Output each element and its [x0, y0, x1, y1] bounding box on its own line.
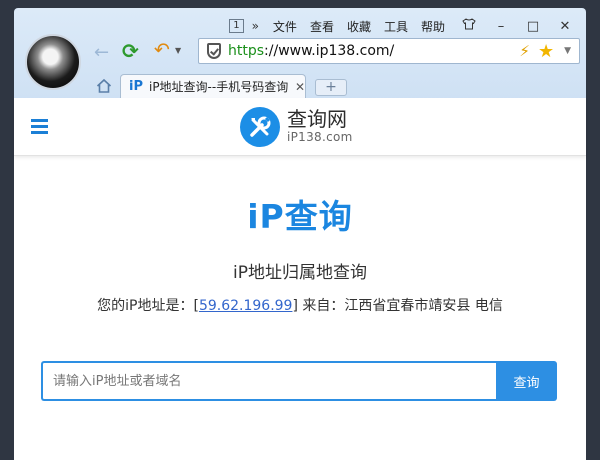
site-header: 查询网 iP138.com: [14, 98, 586, 156]
menu-item-tools[interactable]: 工具: [384, 18, 408, 35]
search-input[interactable]: [41, 361, 496, 401]
search-button[interactable]: 查询: [496, 361, 557, 401]
lightning-icon[interactable]: ⚡: [519, 42, 530, 60]
logo-domain: iP138.com: [287, 130, 353, 144]
home-icon[interactable]: [96, 78, 112, 94]
ip-location: ] 来自：江西省宜春市靖安县 电信: [292, 298, 503, 314]
address-bar[interactable]: https://www.ip138.com/ ⚡ ★ ▼: [198, 38, 580, 64]
undo-icon[interactable]: ↶: [154, 39, 170, 61]
browser-chrome: 1 » 文件 查看 收藏 工具 帮助 – □ ✕ ← ⟳ ↶ ▼ https:/…: [14, 8, 586, 98]
menu-item-view[interactable]: 查看: [310, 18, 334, 35]
star-icon[interactable]: ★: [538, 41, 554, 62]
close-window-button[interactable]: ✕: [554, 19, 576, 34]
shirt-icon[interactable]: [458, 18, 480, 34]
url-rest: ://www.ip138.com/: [264, 43, 395, 59]
new-tab-button[interactable]: +: [315, 79, 347, 96]
wrench-logo-icon[interactable]: [240, 107, 280, 147]
url-text[interactable]: https://www.ip138.com/: [228, 43, 519, 59]
search-form: 查询: [41, 361, 557, 401]
ip-info-line: 您的iP地址是：[59.62.196.99] 来自：江西省宜春市靖安县 电信: [14, 295, 586, 315]
logo-name: 查询网: [287, 107, 347, 131]
page-subtitle: iP地址归属地查询: [233, 263, 367, 283]
hamburger-menu-icon[interactable]: [31, 119, 48, 134]
page-indicator[interactable]: 1: [229, 19, 244, 33]
ip-address-link[interactable]: 59.62.196.99: [199, 298, 293, 314]
maximize-button[interactable]: □: [522, 19, 544, 34]
web-page: 查询网 iP138.com iP查询 iP地址归属地查询 您的iP地址是：[59…: [14, 98, 586, 460]
url-scheme: https: [228, 43, 265, 59]
minimize-button[interactable]: –: [490, 19, 512, 34]
site-logo[interactable]: 查询网 iP138.com: [287, 108, 353, 144]
chevron-down-icon[interactable]: ▼: [175, 46, 181, 55]
shield-icon: [207, 43, 221, 59]
menu-more-button[interactable]: »: [252, 19, 259, 33]
tab-active[interactable]: iP iP地址查询--手机号码查询 ✕: [120, 74, 306, 98]
address-dropdown-icon[interactable]: ▼: [564, 46, 571, 56]
menu-bar: 1 » 文件 查看 收藏 工具 帮助 – □ ✕: [229, 16, 586, 36]
ip-prefix: 您的iP地址是：[: [97, 298, 199, 314]
page-title: iP查询: [247, 197, 353, 236]
menu-item-favorites[interactable]: 收藏: [347, 18, 371, 35]
menu-item-help[interactable]: 帮助: [421, 18, 445, 35]
avatar[interactable]: [25, 34, 81, 90]
back-arrow-icon[interactable]: ←: [94, 42, 109, 63]
tab-close-icon[interactable]: ✕: [295, 80, 305, 94]
tab-title: iP地址查询--手机号码查询: [148, 80, 289, 94]
refresh-icon[interactable]: ⟳: [122, 39, 139, 63]
menu-item-file[interactable]: 文件: [273, 18, 297, 35]
tab-favicon: iP: [129, 79, 143, 94]
